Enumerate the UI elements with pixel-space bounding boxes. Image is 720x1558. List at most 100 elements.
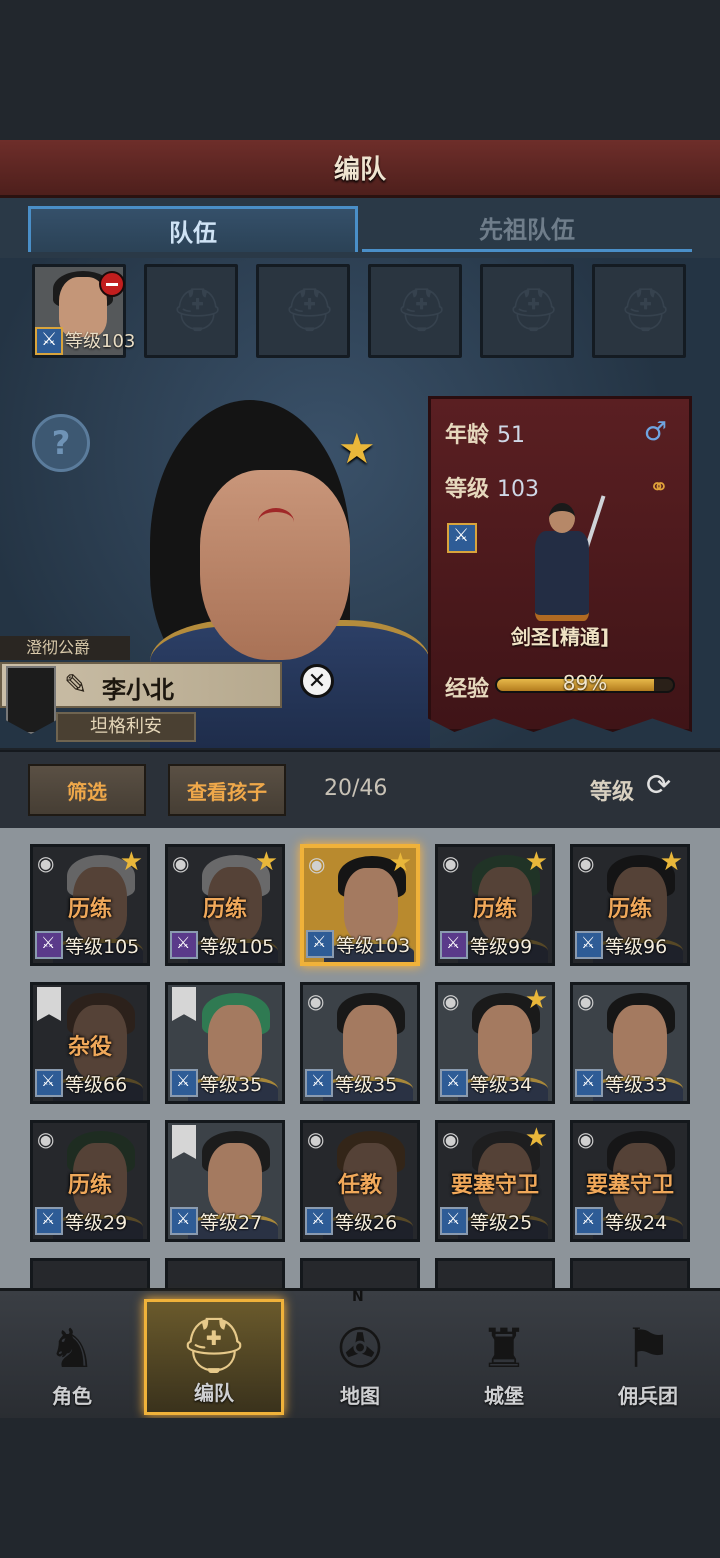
sword-class-icon xyxy=(575,1069,603,1097)
star-icon: ★ xyxy=(524,1123,548,1153)
ring-icon[interactable]: ⚭ xyxy=(649,473,669,501)
hero-level: 等级96 xyxy=(605,936,668,958)
nav-castle[interactable]: ♜ 城堡 xyxy=(434,1299,574,1415)
hero-card[interactable]: ◉ ★ 历练等级96 xyxy=(570,844,690,966)
remove-from-team-icon[interactable] xyxy=(99,271,125,297)
team-slot-empty[interactable] xyxy=(368,264,462,358)
hero-portrait xyxy=(343,1005,397,1079)
hero-level: 等级26 xyxy=(335,1212,398,1234)
bottom-safe-area xyxy=(0,1418,720,1558)
level-value: 103 xyxy=(497,477,540,502)
compass-north-label: N xyxy=(352,1289,364,1305)
sword-class-icon xyxy=(305,1207,333,1235)
hero-card[interactable]: ◉ ★ 历练等级105 xyxy=(165,844,285,966)
hero-card[interactable]: ◉ ★ 历练等级105 xyxy=(30,844,150,966)
hero-card[interactable] xyxy=(300,1258,420,1288)
hero-card[interactable] xyxy=(30,1258,150,1288)
question-icon: ? xyxy=(51,424,71,462)
team-slot-empty[interactable] xyxy=(256,264,350,358)
hero-level: 等级105 xyxy=(200,936,275,958)
hero-card[interactable]: 等级35 xyxy=(165,982,285,1104)
house-swirl-icon: ◉ xyxy=(37,1127,55,1151)
name-plate[interactable]: ✎ 李小北 xyxy=(0,662,282,734)
nav-helmet[interactable]: ⛑ 编队 xyxy=(144,1299,284,1415)
hero-status: 历练 xyxy=(202,897,247,922)
sword-class-icon xyxy=(440,1069,468,1097)
hero-card[interactable]: ◉ ★ 历练等级99 xyxy=(435,844,555,966)
filter-button[interactable]: 筛选 xyxy=(28,764,146,816)
help-button[interactable]: ? xyxy=(32,414,90,472)
sword-class-icon xyxy=(35,327,63,355)
busy-overlay xyxy=(573,1261,687,1288)
refresh-sort-icon[interactable]: ⟳ xyxy=(646,768,671,803)
hero-card[interactable]: ◉ ★ 等级103 xyxy=(300,844,420,966)
hero-card[interactable] xyxy=(435,1258,555,1288)
favorite-star-icon[interactable]: ★ xyxy=(338,424,376,473)
team-slot-empty[interactable] xyxy=(592,264,686,358)
hero-card[interactable]: 等级27 xyxy=(165,1120,285,1242)
hero-card[interactable]: 杂役等级66 xyxy=(30,982,150,1104)
nav-compass-map[interactable]: ✇ 地图 xyxy=(290,1299,430,1415)
busy-overlay xyxy=(303,1261,417,1288)
tab-ancestor-team[interactable]: 先祖队伍 xyxy=(362,206,692,252)
hero-card[interactable]: ◉ ★ 要塞守卫等级25 xyxy=(435,1120,555,1242)
star-icon: ★ xyxy=(524,985,548,1015)
helmet-icon: ⛑ xyxy=(179,1314,249,1377)
busy-overlay xyxy=(438,1261,552,1288)
hero-card[interactable]: ◉ ★ 等级34 xyxy=(435,982,555,1104)
hero-status: 历练 xyxy=(472,897,517,922)
star-icon: ★ xyxy=(388,848,412,878)
sword-class-icon xyxy=(575,1207,603,1235)
hero-level: 等级25 xyxy=(470,1212,533,1234)
hero-status: 要塞守卫 xyxy=(450,1173,539,1198)
hero-portrait xyxy=(208,1143,262,1217)
hero-status: 要塞守卫 xyxy=(585,1173,674,1198)
hero-level: 等级33 xyxy=(605,1074,668,1096)
character-name: 李小北 xyxy=(102,676,174,704)
edit-name-icon[interactable]: ✎ xyxy=(64,668,87,701)
hero-card[interactable]: ◉ 历练等级29 xyxy=(30,1120,150,1242)
nav-label: 编队 xyxy=(194,1381,234,1405)
sort-label[interactable]: 等级 xyxy=(590,774,634,806)
hero-portrait xyxy=(613,1005,667,1079)
tab-row: 队伍 先祖队伍 xyxy=(0,198,720,258)
close-icon[interactable]: ✕ xyxy=(300,664,334,698)
exp-label: 经验 xyxy=(445,677,490,702)
hero-status: 任教 xyxy=(337,1173,382,1198)
tab-team[interactable]: 队伍 xyxy=(28,206,358,252)
hero-status: 历练 xyxy=(67,1173,112,1198)
house-swirl-icon: ◉ xyxy=(307,989,325,1013)
hero-level: 等级105 xyxy=(65,936,140,958)
age-value: 51 xyxy=(497,423,526,448)
banner-icon xyxy=(172,987,196,1021)
sword-class-icon xyxy=(575,931,603,959)
hero-level: 等级66 xyxy=(65,1074,128,1096)
hero-card[interactable]: ◉ 要塞守卫等级24 xyxy=(570,1120,690,1242)
roster-count: 20/46 xyxy=(324,776,388,801)
noble-title: 澄彻公爵 xyxy=(0,636,130,660)
hero-card[interactable] xyxy=(570,1258,690,1288)
exp-percent: 89% xyxy=(562,671,608,695)
hero-level: 等级35 xyxy=(200,1074,263,1096)
sword-class-icon xyxy=(440,1207,468,1235)
sword-class-icon xyxy=(170,1069,198,1097)
staff-class-icon xyxy=(35,931,63,959)
hero-card[interactable]: ◉ 任教等级26 xyxy=(300,1120,420,1242)
star-icon: ★ xyxy=(119,847,143,877)
team-slot-empty[interactable] xyxy=(144,264,238,358)
banner-icon xyxy=(172,1125,196,1159)
hero-card[interactable]: ◉ 等级35 xyxy=(300,982,420,1104)
view-children-button[interactable]: 查看孩子 xyxy=(168,764,286,816)
hero-card[interactable]: ◉ 等级33 xyxy=(570,982,690,1104)
hero-status: 杂役 xyxy=(67,1035,112,1060)
hero-card[interactable] xyxy=(165,1258,285,1288)
star-icon: ★ xyxy=(659,847,683,877)
region-name: 坦格利安 xyxy=(56,712,196,742)
class-name: 剑圣[精通] xyxy=(510,625,610,649)
team-slot-empty[interactable] xyxy=(480,264,574,358)
nav-knight[interactable]: ♞ 角色 xyxy=(2,1299,142,1415)
nav-mercenary-flag[interactable]: ⚑ 佣兵团 xyxy=(578,1299,718,1415)
team-slot-1[interactable]: 等级103 xyxy=(32,264,135,358)
nav-label: 地图 xyxy=(340,1384,380,1408)
bottom-nav: ♞ 角色 ⛑ 编队 ✇ 地图 ♜ 城堡 ⚑ 佣兵团 N xyxy=(0,1288,720,1418)
